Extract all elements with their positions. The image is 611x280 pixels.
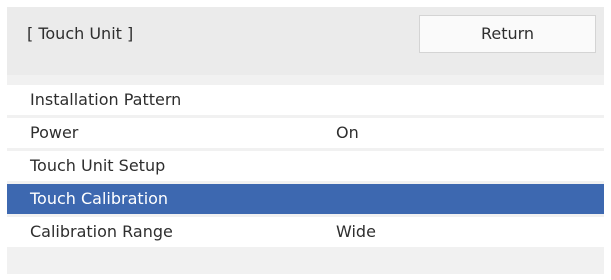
settings-menu: Installation Pattern Power On Touch Unit… — [7, 85, 604, 250]
menu-item-value: On — [336, 123, 359, 142]
return-button[interactable]: Return — [419, 15, 596, 53]
menu-item-label: Calibration Range — [30, 222, 173, 241]
menu-item-label: Touch Calibration — [30, 189, 169, 208]
menu-item-label: Power — [30, 123, 79, 142]
menu-item-touch-unit-setup[interactable]: Touch Unit Setup — [7, 151, 604, 181]
menu-item-touch-calibration[interactable]: Touch Calibration — [7, 184, 604, 214]
panel-title: [ Touch Unit ] — [27, 24, 134, 43]
menu-item-power[interactable]: Power On — [7, 118, 604, 148]
menu-item-calibration-range[interactable]: Calibration Range Wide — [7, 217, 604, 247]
panel-header: [ Touch Unit ] Return — [7, 7, 604, 75]
menu-item-installation-pattern[interactable]: Installation Pattern — [7, 85, 604, 115]
menu-item-label: Installation Pattern — [30, 90, 182, 109]
menu-item-value: Wide — [336, 222, 376, 241]
menu-item-label: Touch Unit Setup — [30, 156, 166, 175]
touch-unit-panel: [ Touch Unit ] Return Installation Patte… — [7, 7, 604, 274]
